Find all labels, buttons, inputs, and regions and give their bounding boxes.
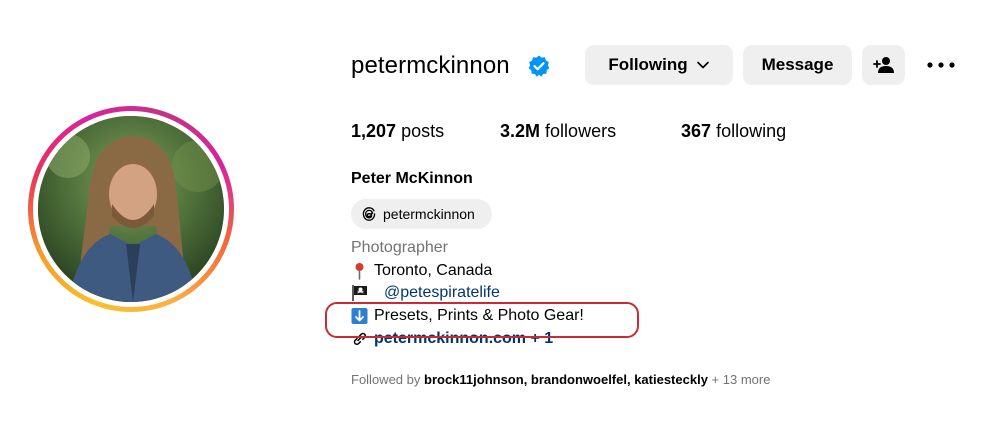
pirate-handle-link[interactable]: @petespiratelife	[384, 284, 500, 302]
location-text: Toronto, Canada	[374, 262, 493, 279]
following-stat[interactable]: 367 following	[681, 121, 786, 142]
username: petermckinnon	[351, 52, 510, 79]
message-button-label: Message	[761, 55, 834, 74]
bio-location: Toronto, Canada	[351, 262, 492, 280]
more-options-icon	[927, 62, 955, 68]
following-button[interactable]: Following	[585, 45, 733, 85]
profile-header: petermckinnon Following Message 1,207 po…	[0, 0, 984, 423]
followed-by-more: + 13 more	[711, 372, 771, 387]
suggested-users-button[interactable]	[862, 45, 905, 85]
annotation-highlight	[325, 302, 639, 338]
followed-by[interactable]: Followed by brock11johnson, brandonwoelf…	[351, 372, 770, 387]
followers-label: followers	[545, 121, 617, 141]
following-button-label: Following	[608, 55, 688, 74]
pushpin-icon	[355, 263, 364, 280]
threads-icon	[362, 207, 376, 221]
message-button[interactable]: Message	[743, 45, 852, 85]
story-ring[interactable]	[28, 106, 234, 312]
verified-badge-icon	[528, 55, 550, 77]
pirate-flag-icon	[352, 285, 367, 301]
followers-count: 3.2M	[500, 121, 541, 141]
posts-label: posts	[401, 121, 445, 141]
posts-count: 1,207	[351, 121, 397, 141]
category-label: Photographer	[351, 239, 448, 256]
threads-handle: petermckinnon	[383, 206, 475, 222]
bio-pirate-handle: @petespiratelife	[351, 284, 500, 302]
full-name: Peter McKinnon	[351, 170, 473, 187]
followed-by-prefix: Followed by	[351, 372, 421, 387]
chevron-down-icon	[696, 61, 709, 69]
threads-badge[interactable]: petermckinnon	[351, 199, 492, 229]
following-count: 367	[681, 121, 712, 141]
add-user-icon	[872, 57, 894, 73]
followed-by-names: brock11johnson, brandonwoelfel, katieste…	[424, 372, 708, 387]
following-label: following	[716, 121, 787, 141]
avatar-photo	[38, 116, 224, 302]
more-options-button[interactable]	[925, 56, 957, 74]
posts-stat: 1,207 posts	[351, 121, 444, 142]
avatar[interactable]	[38, 116, 224, 302]
followers-stat[interactable]: 3.2M followers	[500, 121, 616, 142]
